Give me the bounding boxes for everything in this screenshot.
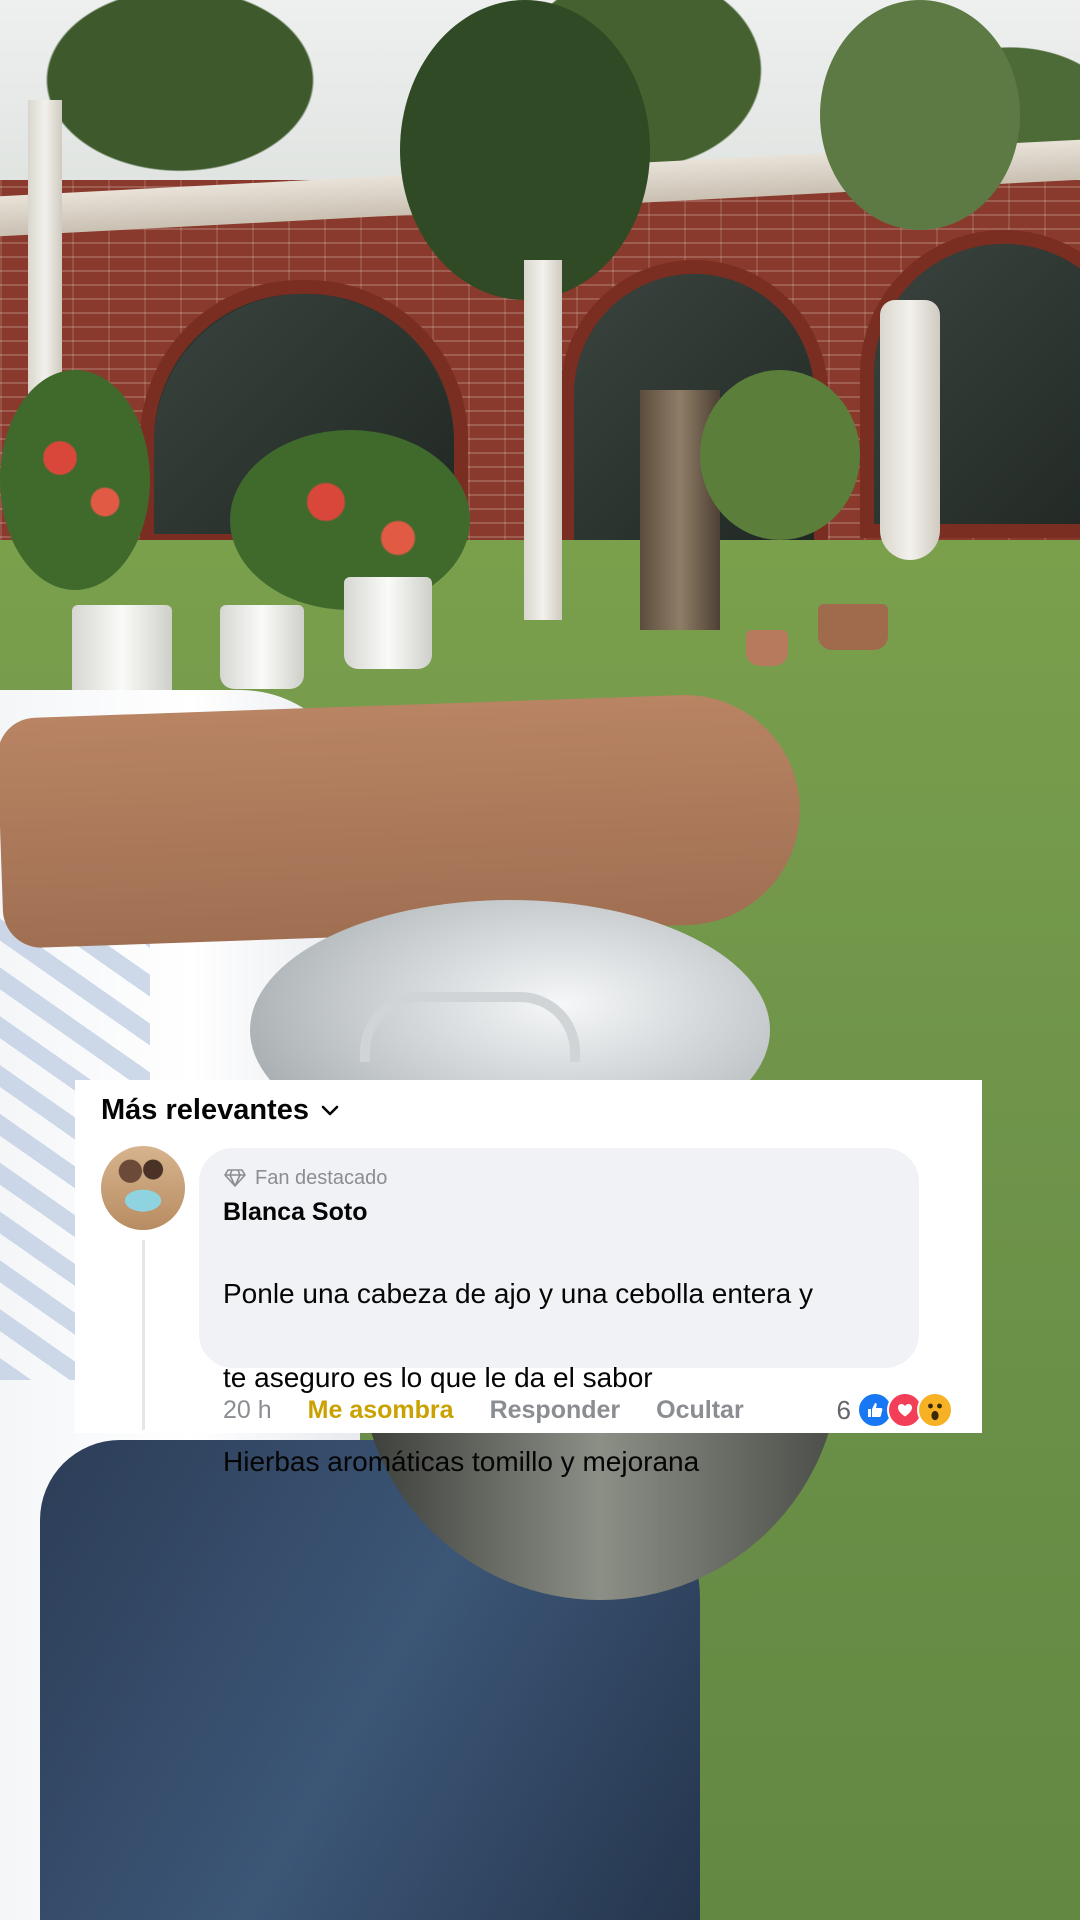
cypress-tree (400, 0, 650, 300)
reaction-count: 6 (836, 1394, 851, 1425)
tree-trunk-center (524, 260, 562, 620)
diamond-icon (223, 1168, 247, 1188)
white-pot-2 (220, 605, 304, 689)
lid-handle (360, 992, 580, 1062)
comment-sort-dropdown[interactable]: Más relevantes (101, 1090, 341, 1130)
palm-leaves (820, 0, 1020, 230)
clay-pot-1 (746, 630, 788, 666)
flower-bush-left (0, 370, 150, 590)
top-fan-badge: Fan destacado (223, 1164, 895, 1192)
comment-bubble: Fan destacado Blanca Soto Ponle una cabe… (199, 1148, 919, 1477)
wow-icon (917, 1392, 953, 1428)
clay-pot-2 (818, 604, 888, 650)
comment-text: Ponle una cabeza de ajo y una cebolla en… (223, 1231, 895, 1525)
chevron-down-icon (319, 1099, 341, 1121)
sort-label: Más relevantes (101, 1093, 309, 1126)
comment-author[interactable]: Blanca Soto (223, 1198, 895, 1227)
white-pot-3 (344, 577, 432, 669)
flower-bush-right (700, 370, 860, 540)
comment-actions: 20 h Me asombra Responder Ocultar 6 (223, 1388, 963, 1432)
comment-timestamp[interactable]: 20 h (223, 1396, 272, 1425)
avatar[interactable] (101, 1146, 185, 1230)
comment-line: Hierbas aromáticas tomillo y mejorana (223, 1446, 700, 1477)
reaction-button[interactable]: Me asombra (308, 1396, 454, 1425)
hide-button[interactable]: Ocultar (656, 1396, 744, 1425)
badge-label: Fan destacado (255, 1166, 388, 1189)
background-photo (0, 0, 1080, 1920)
reply-button[interactable]: Responder (490, 1396, 621, 1425)
reaction-summary[interactable]: 6 (837, 1388, 953, 1432)
thread-line (142, 1240, 145, 1430)
comment-line: Ponle una cabeza de ajo y una cebolla en… (223, 1278, 813, 1309)
palm-trunk (880, 300, 940, 560)
comment-card: Más relevantes Fan destacado Blanca Soto… (75, 1080, 982, 1477)
person-arm (0, 691, 804, 949)
